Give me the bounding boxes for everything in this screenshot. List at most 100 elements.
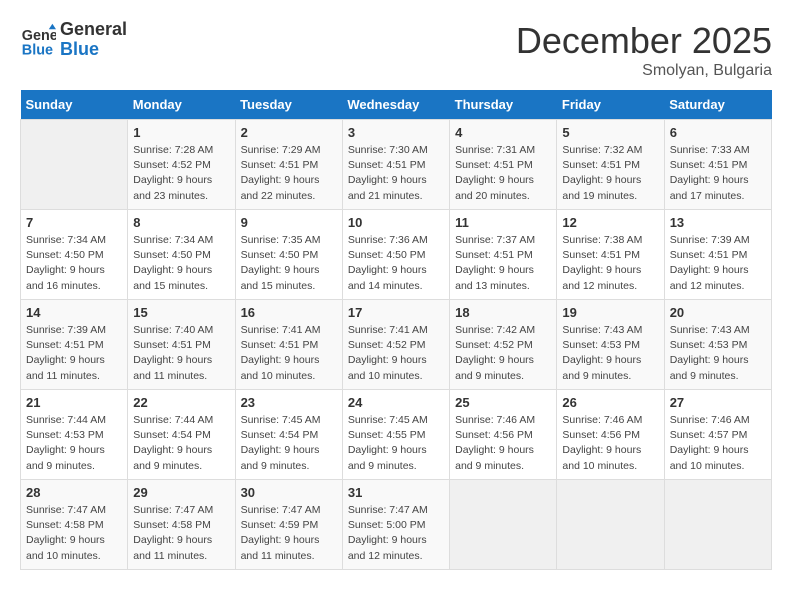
day-detail: Sunrise: 7:45 AM Sunset: 4:54 PM Dayligh…	[241, 413, 337, 474]
calendar-cell: 19Sunrise: 7:43 AM Sunset: 4:53 PM Dayli…	[557, 300, 664, 390]
calendar-cell: 18Sunrise: 7:42 AM Sunset: 4:52 PM Dayli…	[450, 300, 557, 390]
day-detail: Sunrise: 7:44 AM Sunset: 4:54 PM Dayligh…	[133, 413, 229, 474]
calendar-cell: 21 Sunrise: 7:44 AM Sunset: 4:53 PM Dayli…	[21, 390, 128, 480]
weekday-header-cell: Sunday	[21, 90, 128, 120]
calendar-cell: 25 Sunrise: 7:46 AM Sunset: 4:56 PM Dayli…	[450, 390, 557, 480]
weekday-header-row: SundayMondayTuesdayWednesdayThursdayFrid…	[21, 90, 772, 120]
day-number: 25	[455, 395, 551, 410]
day-detail: Sunrise: 7:41 AM Sunset: 4:51 PM Dayligh…	[241, 323, 337, 384]
calendar-cell: 13 Sunrise: 7:39 AM Sunset: 4:51 PM Dayli…	[664, 210, 771, 300]
calendar-cell: 5Sunrise: 7:32 AM Sunset: 4:51 PM Daylig…	[557, 120, 664, 210]
day-number: 21	[26, 395, 122, 410]
calendar-cell: 30 Sunrise: 7:47 AM Sunset: 4:59 PM Dayli…	[235, 480, 342, 570]
page-header: General Blue General Blue December 2025 …	[20, 20, 772, 80]
day-number: 23	[241, 395, 337, 410]
day-number: 26	[562, 395, 658, 410]
day-number: 17	[348, 305, 444, 320]
day-number: 4	[455, 125, 551, 140]
calendar-cell: 31Sunrise: 7:47 AM Sunset: 5:00 PM Dayli…	[342, 480, 449, 570]
day-detail: Sunrise: 7:45 AM Sunset: 4:55 PM Dayligh…	[348, 413, 444, 474]
calendar-cell: 17 Sunrise: 7:41 AM Sunset: 4:52 PM Dayli…	[342, 300, 449, 390]
day-number: 15	[133, 305, 229, 320]
calendar-week-row: 14Sunrise: 7:39 AM Sunset: 4:51 PM Dayli…	[21, 300, 772, 390]
weekday-header-cell: Monday	[128, 90, 235, 120]
day-number: 14	[26, 305, 122, 320]
day-detail: Sunrise: 7:43 AM Sunset: 4:53 PM Dayligh…	[670, 323, 766, 384]
day-detail: Sunrise: 7:29 AM Sunset: 4:51 PM Dayligh…	[241, 143, 337, 204]
day-detail: Sunrise: 7:47 AM Sunset: 4:58 PM Dayligh…	[26, 503, 122, 564]
calendar-cell: 24 Sunrise: 7:45 AM Sunset: 4:55 PM Dayli…	[342, 390, 449, 480]
day-number: 29	[133, 485, 229, 500]
calendar-cell: 8 Sunrise: 7:34 AM Sunset: 4:50 PM Daylig…	[128, 210, 235, 300]
calendar-week-row: 7 Sunrise: 7:34 AM Sunset: 4:50 PM Daylig…	[21, 210, 772, 300]
calendar-cell: 11Sunrise: 7:37 AM Sunset: 4:51 PM Dayli…	[450, 210, 557, 300]
day-detail: Sunrise: 7:47 AM Sunset: 4:59 PM Dayligh…	[241, 503, 337, 564]
day-detail: Sunrise: 7:28 AM Sunset: 4:52 PM Dayligh…	[133, 143, 229, 204]
day-detail: Sunrise: 7:35 AM Sunset: 4:50 PM Dayligh…	[241, 233, 337, 294]
day-number: 8	[133, 215, 229, 230]
day-detail: Sunrise: 7:30 AM Sunset: 4:51 PM Dayligh…	[348, 143, 444, 204]
calendar-cell: 3 Sunrise: 7:30 AM Sunset: 4:51 PM Daylig…	[342, 120, 449, 210]
day-detail: Sunrise: 7:47 AM Sunset: 4:58 PM Dayligh…	[133, 503, 229, 564]
calendar-cell	[21, 120, 128, 210]
day-number: 12	[562, 215, 658, 230]
calendar-cell: 6 Sunrise: 7:33 AM Sunset: 4:51 PM Daylig…	[664, 120, 771, 210]
day-number: 18	[455, 305, 551, 320]
day-number: 16	[241, 305, 337, 320]
calendar-cell: 28 Sunrise: 7:47 AM Sunset: 4:58 PM Dayli…	[21, 480, 128, 570]
day-detail: Sunrise: 7:41 AM Sunset: 4:52 PM Dayligh…	[348, 323, 444, 384]
day-detail: Sunrise: 7:36 AM Sunset: 4:50 PM Dayligh…	[348, 233, 444, 294]
day-number: 1	[133, 125, 229, 140]
calendar-cell: 27Sunrise: 7:46 AM Sunset: 4:57 PM Dayli…	[664, 390, 771, 480]
weekday-header-cell: Thursday	[450, 90, 557, 120]
day-detail: Sunrise: 7:34 AM Sunset: 4:50 PM Dayligh…	[26, 233, 122, 294]
day-detail: Sunrise: 7:31 AM Sunset: 4:51 PM Dayligh…	[455, 143, 551, 204]
calendar-cell: 7 Sunrise: 7:34 AM Sunset: 4:50 PM Daylig…	[21, 210, 128, 300]
day-detail: Sunrise: 7:40 AM Sunset: 4:51 PM Dayligh…	[133, 323, 229, 384]
day-number: 7	[26, 215, 122, 230]
logo-line1: General	[60, 20, 127, 40]
day-number: 11	[455, 215, 551, 230]
day-number: 24	[348, 395, 444, 410]
calendar-cell: 16 Sunrise: 7:41 AM Sunset: 4:51 PM Dayli…	[235, 300, 342, 390]
calendar-cell: 9 Sunrise: 7:35 AM Sunset: 4:50 PM Daylig…	[235, 210, 342, 300]
day-number: 13	[670, 215, 766, 230]
day-detail: Sunrise: 7:38 AM Sunset: 4:51 PM Dayligh…	[562, 233, 658, 294]
day-detail: Sunrise: 7:46 AM Sunset: 4:56 PM Dayligh…	[562, 413, 658, 474]
calendar-cell: 20Sunrise: 7:43 AM Sunset: 4:53 PM Dayli…	[664, 300, 771, 390]
calendar-cell: 2 Sunrise: 7:29 AM Sunset: 4:51 PM Daylig…	[235, 120, 342, 210]
calendar-cell	[664, 480, 771, 570]
day-number: 10	[348, 215, 444, 230]
month-title: December 2025	[516, 20, 772, 62]
day-number: 30	[241, 485, 337, 500]
day-detail: Sunrise: 7:43 AM Sunset: 4:53 PM Dayligh…	[562, 323, 658, 384]
logo: General Blue General Blue	[20, 20, 127, 60]
calendar-week-row: 28 Sunrise: 7:47 AM Sunset: 4:58 PM Dayli…	[21, 480, 772, 570]
day-number: 22	[133, 395, 229, 410]
weekday-header-cell: Wednesday	[342, 90, 449, 120]
day-number: 6	[670, 125, 766, 140]
calendar-cell: 29 Sunrise: 7:47 AM Sunset: 4:58 PM Dayli…	[128, 480, 235, 570]
weekday-header-cell: Tuesday	[235, 90, 342, 120]
calendar-cell: 14Sunrise: 7:39 AM Sunset: 4:51 PM Dayli…	[21, 300, 128, 390]
day-number: 27	[670, 395, 766, 410]
day-number: 9	[241, 215, 337, 230]
day-detail: Sunrise: 7:47 AM Sunset: 5:00 PM Dayligh…	[348, 503, 444, 564]
day-detail: Sunrise: 7:34 AM Sunset: 4:50 PM Dayligh…	[133, 233, 229, 294]
logo-line2: Blue	[60, 40, 127, 60]
calendar-cell: 1 Sunrise: 7:28 AM Sunset: 4:52 PM Daylig…	[128, 120, 235, 210]
calendar-cell: 26 Sunrise: 7:46 AM Sunset: 4:56 PM Dayli…	[557, 390, 664, 480]
day-number: 3	[348, 125, 444, 140]
day-detail: Sunrise: 7:32 AM Sunset: 4:51 PM Dayligh…	[562, 143, 658, 204]
svg-text:Blue: Blue	[22, 42, 53, 58]
calendar-week-row: 1 Sunrise: 7:28 AM Sunset: 4:52 PM Daylig…	[21, 120, 772, 210]
day-detail: Sunrise: 7:44 AM Sunset: 4:53 PM Dayligh…	[26, 413, 122, 474]
calendar-table: SundayMondayTuesdayWednesdayThursdayFrid…	[20, 90, 772, 570]
day-number: 28	[26, 485, 122, 500]
day-number: 2	[241, 125, 337, 140]
weekday-header-cell: Saturday	[664, 90, 771, 120]
calendar-body: 1 Sunrise: 7:28 AM Sunset: 4:52 PM Daylig…	[21, 120, 772, 570]
day-detail: Sunrise: 7:46 AM Sunset: 4:56 PM Dayligh…	[455, 413, 551, 474]
day-detail: Sunrise: 7:39 AM Sunset: 4:51 PM Dayligh…	[670, 233, 766, 294]
day-detail: Sunrise: 7:33 AM Sunset: 4:51 PM Dayligh…	[670, 143, 766, 204]
